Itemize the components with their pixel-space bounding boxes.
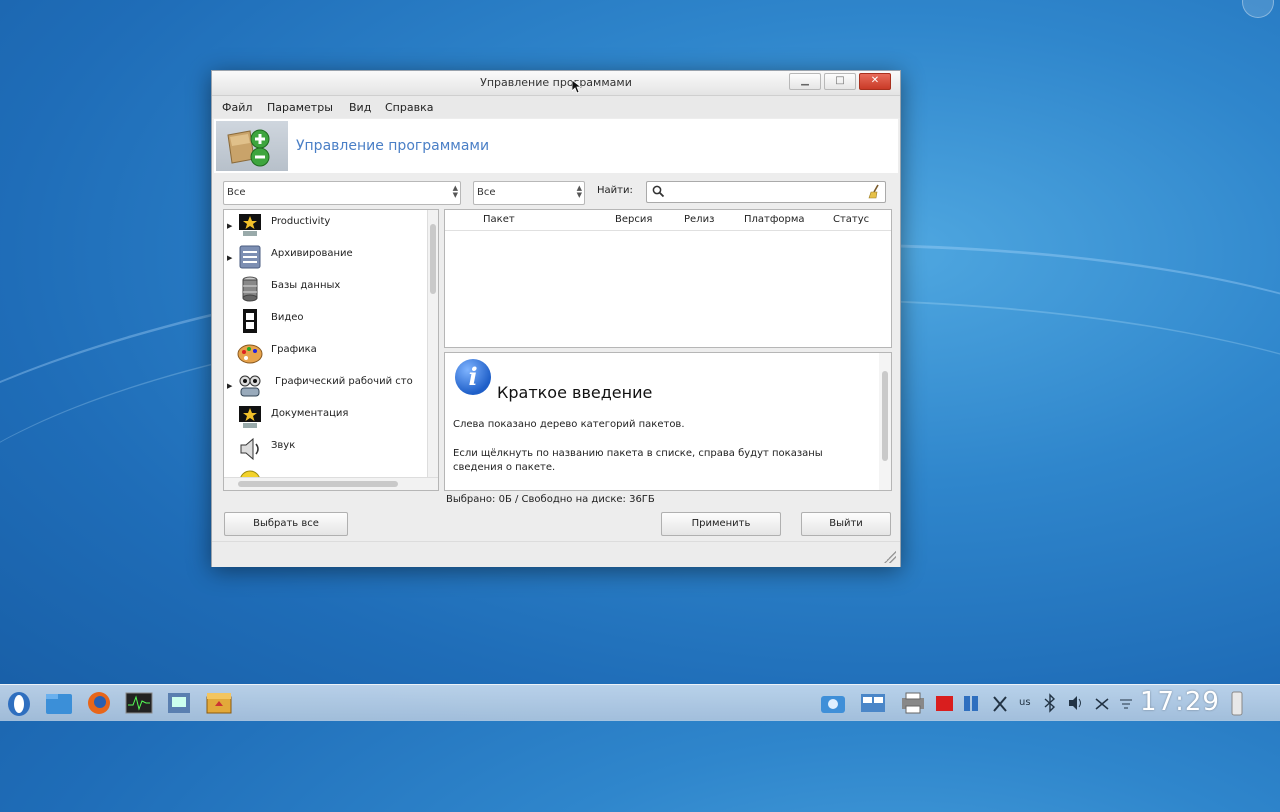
pause-icon[interactable] (960, 689, 982, 717)
software-manager-window: Управление программами ▁ □ ✕ Файл Параме… (211, 70, 901, 567)
tree-item-label: Документация (271, 408, 349, 419)
tree-item-video[interactable]: Видео (224, 306, 424, 334)
mouse-cursor-icon (572, 80, 582, 94)
desktop-corner-button[interactable] (1242, 0, 1274, 18)
window-status-strip (212, 541, 900, 567)
quit-button[interactable]: Выйти (801, 512, 891, 536)
file-manager-icon[interactable] (44, 689, 74, 717)
menu-view[interactable]: Вид (349, 101, 371, 114)
scissors-icon[interactable] (990, 689, 1010, 717)
menu-bar: Файл Параметры Вид Справка (212, 96, 900, 118)
search-input[interactable] (646, 181, 886, 203)
volume-icon[interactable] (1066, 689, 1086, 717)
screenshot-icon[interactable] (818, 689, 848, 717)
maximize-button[interactable]: □ (824, 73, 856, 90)
close-button[interactable]: ✕ (859, 73, 891, 90)
expand-arrow-icon[interactable]: ▶ (227, 382, 232, 390)
show-desktop-icon[interactable] (1226, 689, 1248, 717)
column-status[interactable]: Статус (833, 214, 869, 225)
graphics-icon (237, 344, 263, 364)
clock[interactable]: 17:29 (1140, 687, 1220, 717)
info-paragraph: Если щёлкнуть по названию пакета в списк… (453, 448, 823, 473)
tree-item-label: Звук (271, 440, 296, 451)
package-table: Пакет Версия Релиз Платформа Статус (444, 209, 892, 348)
expand-arrow-icon[interactable]: ▶ (227, 222, 232, 230)
search-icon (652, 185, 665, 198)
system-monitor-icon[interactable] (124, 689, 154, 717)
info-paragraph: Слева показано дерево категорий пакетов. (453, 419, 685, 430)
tree-item-documentation[interactable]: Документация (224, 402, 424, 430)
documentation-icon (239, 406, 261, 428)
tree-item-label: Видео (271, 312, 304, 323)
info-icon: i (455, 359, 491, 395)
desktop-icon (239, 375, 261, 397)
clear-search-icon[interactable] (867, 184, 881, 199)
menu-settings[interactable]: Параметры (267, 101, 333, 114)
tree-item-databases[interactable]: Базы данных (224, 274, 424, 302)
network-icon[interactable] (1092, 689, 1112, 717)
taskbar: us 17:29 (0, 684, 1280, 721)
category-tree: ▶ Productivity ▶ Архивирование Базы данн… (223, 209, 439, 491)
tree-item-label: Графический рабочий сто (275, 376, 413, 387)
package-table-header: Пакет Версия Релиз Платформа Статус (445, 210, 891, 231)
record-stop-icon[interactable] (934, 689, 956, 717)
status-filter-select[interactable]: Все ▲ ▼ (473, 181, 585, 205)
spin-arrows-icon: ▲ ▼ (452, 184, 458, 199)
video-icon (243, 309, 257, 333)
resize-grip-icon[interactable] (884, 551, 896, 563)
banner-title: Управление программами (296, 138, 490, 154)
archive-icon (239, 245, 261, 269)
firefox-icon[interactable] (84, 689, 114, 717)
expand-arrow-icon[interactable]: ▶ (227, 254, 232, 262)
tree-item-graphics[interactable]: Графика (224, 338, 424, 366)
status-filter-value: Все (477, 187, 496, 198)
category-filter-value: Все (227, 187, 246, 198)
minimize-button[interactable]: ▁ (789, 73, 821, 90)
sound-icon (240, 437, 259, 461)
pane-splitter[interactable] (444, 348, 890, 351)
category-filter-select[interactable]: Все ▲ ▼ (223, 181, 461, 205)
database-icon (242, 276, 258, 302)
tree-item-label: Базы данных (271, 280, 341, 291)
tree-item-sound[interactable]: Звук (224, 434, 424, 462)
info-panel: i Краткое введение Слева показано дерево… (444, 352, 892, 491)
menu-file[interactable]: Файл (222, 101, 252, 114)
control-center-icon[interactable] (164, 689, 194, 717)
tree-item-label: Архивирование (271, 248, 353, 259)
apply-button[interactable]: Применить (661, 512, 781, 536)
tree-item-label: Графика (271, 344, 317, 355)
header-banner: Управление программами (214, 119, 898, 173)
software-manager-taskbar-icon[interactable] (204, 689, 234, 717)
tree-item-label: Productivity (271, 216, 331, 227)
tree-item-desktop[interactable]: ▶ Графический рабочий сто (224, 370, 424, 398)
column-package[interactable]: Пакет (483, 214, 515, 225)
column-platform[interactable]: Платформа (744, 214, 805, 225)
info-scrollbar[interactable] (879, 353, 891, 490)
tree-item-productivity[interactable]: ▶ Productivity (224, 210, 424, 238)
select-all-button[interactable]: Выбрать все (224, 512, 348, 536)
tray-menu-icon[interactable] (1116, 689, 1136, 717)
status-text: Выбрано: 0Б / Свободно на диске: 36ГБ (446, 494, 655, 505)
column-release[interactable]: Релиз (684, 214, 714, 225)
info-title: Краткое введение (497, 383, 653, 402)
bluetooth-icon[interactable] (1040, 689, 1060, 717)
productivity-icon (239, 214, 261, 236)
tree-horizontal-scrollbar[interactable] (224, 477, 438, 490)
title-bar[interactable]: Управление программами ▁ □ ✕ (212, 71, 900, 96)
tree-vertical-scrollbar[interactable] (427, 210, 438, 478)
spin-arrows-icon: ▲ ▼ (576, 184, 582, 199)
window-list-icon[interactable] (858, 689, 888, 717)
menu-help[interactable]: Справка (385, 101, 433, 114)
start-menu-button[interactable] (4, 689, 34, 717)
tree-item-archiving[interactable]: ▶ Архивирование (224, 242, 424, 270)
find-label: Найти: (597, 185, 633, 196)
keyboard-layout-indicator[interactable]: us (1019, 697, 1031, 708)
package-manager-icon (216, 121, 288, 171)
column-version[interactable]: Версия (615, 214, 652, 225)
printer-icon[interactable] (898, 689, 928, 717)
